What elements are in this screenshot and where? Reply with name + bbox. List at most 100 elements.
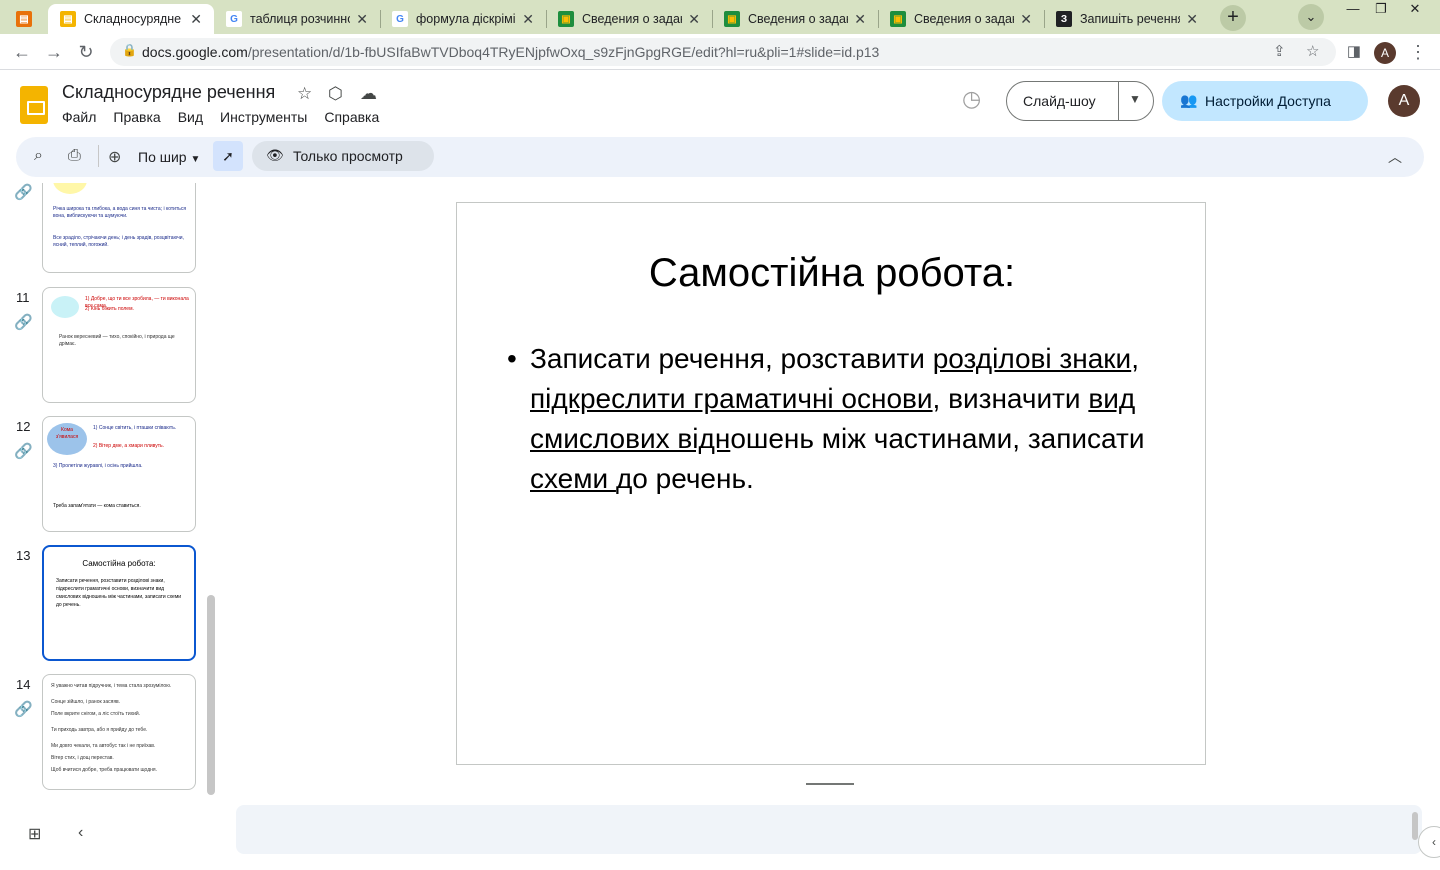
body-text-run: до речень. <box>615 463 754 494</box>
url-path: /presentation/d/1b-fbUSIfaBwTVDboq4TRyEN… <box>247 44 880 60</box>
tab-2[interactable]: Gтаблиця розчинно ✕ <box>214 4 380 34</box>
close-tab-icon[interactable]: ✕ <box>522 11 534 28</box>
notes-resize-handle[interactable] <box>806 783 854 785</box>
bookmark-star-icon[interactable]: ☆ <box>1306 42 1319 60</box>
grid-view-icon[interactable]: ⊞ <box>28 824 41 844</box>
thumb-text: Ти приходь завтра, або я прийду до тебе. <box>51 727 148 733</box>
slide-thumbnail-10[interactable]: Річка широка та глибока, а вода синя та … <box>42 183 196 273</box>
close-tab-icon[interactable]: ✕ <box>1186 11 1198 28</box>
url-domain: docs.google.com <box>142 44 248 60</box>
tab-1[interactable]: ▤ Складносурядне р ✕ <box>48 4 214 34</box>
thumb-text: 2) Кінь біжить полем. <box>85 306 134 312</box>
close-tab-icon[interactable]: ✕ <box>854 11 866 28</box>
tab-separator <box>878 10 879 28</box>
collapse-menus-icon[interactable]: ︿ <box>1388 147 1402 167</box>
underlined-text: схеми <box>530 463 616 494</box>
tab-4[interactable]: ▣ Сведения о задани ✕ <box>546 4 712 34</box>
version-history-icon[interactable]: ◷ <box>962 86 981 112</box>
slide-thumbnail-11[interactable]: 1) Добре, що ти все зробила, — ти викона… <box>42 287 196 403</box>
share-page-icon[interactable]: ⇪ <box>1273 42 1286 60</box>
speaker-notes[interactable] <box>236 805 1422 854</box>
close-tab-icon[interactable]: ✕ <box>190 11 202 28</box>
print-icon[interactable]: ⎙ <box>68 147 81 165</box>
slide-thumbnail-14[interactable]: Я уважно читав підручник, і тема стала з… <box>42 674 196 790</box>
profile-avatar[interactable]: A <box>1374 42 1396 64</box>
url-text[interactable]: docs.google.com/presentation/d/1b-fbUSIf… <box>142 44 879 60</box>
cloud-status-icon[interactable]: ☁ <box>360 84 377 104</box>
move-to-drive-icon[interactable]: ⬡ <box>328 84 343 104</box>
hide-filmstrip-icon[interactable]: ‹ <box>78 824 83 842</box>
tab-separator <box>380 10 381 28</box>
maximize-button[interactable]: ❐ <box>1364 0 1398 20</box>
link-icon: 🔗 <box>14 443 33 460</box>
slides-logo[interactable] <box>20 86 48 124</box>
arrow-left-icon: ← <box>13 42 31 62</box>
tab-3[interactable]: Gформула діскріміна ✕ <box>380 4 546 34</box>
new-tab-button[interactable]: + <box>1220 5 1246 31</box>
tab-6[interactable]: ▣ Сведения о задани ✕ <box>878 4 1044 34</box>
menu-help[interactable]: Справка <box>324 109 379 125</box>
tab-5[interactable]: ▣ Сведения о задани ✕ <box>712 4 878 34</box>
side-panel-toggle[interactable]: ‹ <box>1418 826 1440 858</box>
tab-separator <box>712 10 713 28</box>
lock-icon: 🔒 <box>122 43 137 57</box>
menu-bar: Файл Правка Вид Инструменты Справка <box>62 109 396 125</box>
zoom-select[interactable]: По шир ▼ <box>138 149 200 165</box>
slideshow-divider <box>1118 82 1119 120</box>
tab-separator <box>1044 10 1045 28</box>
tab-title: Сведения о задани <box>582 12 682 26</box>
classroom-icon: ▣ <box>558 11 574 27</box>
search-menus-icon[interactable]: ⌕ <box>34 147 43 165</box>
slide-title: Самостійна робота: <box>648 251 1016 295</box>
slideshow-button-group: Слайд-шоу ▼ <box>1006 81 1154 121</box>
slides-icon: ▤ <box>60 11 76 27</box>
tab-list-dropdown[interactable]: ⌄ <box>1298 4 1324 30</box>
omnibox[interactable]: 🔒 docs.google.com/presentation/d/1b-fbUS… <box>110 38 1336 66</box>
close-tab-icon[interactable]: ✕ <box>356 11 368 28</box>
account-avatar[interactable]: A <box>1388 85 1420 117</box>
document-title[interactable]: Складносурядне речення <box>62 82 275 103</box>
menu-edit[interactable]: Правка <box>113 109 160 125</box>
tab-search-button[interactable]: ▤ <box>4 4 44 34</box>
link-icon: 🔗 <box>14 314 33 331</box>
notes-scrollbar[interactable] <box>1412 812 1418 840</box>
forward-button[interactable]: → <box>42 41 66 65</box>
close-window-button[interactable]: ✕ <box>1398 0 1432 20</box>
menu-file[interactable]: Файл <box>62 109 96 125</box>
side-panel-icon[interactable]: ◨ <box>1342 41 1366 65</box>
slide-number: 11 <box>16 290 30 305</box>
slide-filmstrip[interactable]: 🔗 Річка широка та глибока, а вода синя т… <box>0 183 216 800</box>
tab-title: Запишіть речення <box>1080 12 1180 26</box>
link-icon: 🔗 <box>14 701 33 718</box>
back-button[interactable]: ← <box>10 41 34 65</box>
slideshow-button[interactable]: Слайд-шоу <box>1023 93 1096 109</box>
thumb-text: 3) Пролетіли журавлі, і осінь прийшла. <box>53 463 143 469</box>
thumb-text: 2) Вітер дме, а хмари пливуть. <box>93 443 164 449</box>
slide-thumbnail-12[interactable]: Кома з'явилася 1) Сонце світить, і пташк… <box>42 416 196 532</box>
tab-7[interactable]: З Запишіть речення ✕ <box>1044 4 1210 34</box>
slideshow-dropdown-icon[interactable]: ▼ <box>1129 92 1141 106</box>
share-button[interactable]: 👥 Настройки Доступа <box>1162 81 1368 121</box>
menu-view[interactable]: Вид <box>178 109 203 125</box>
star-icon[interactable]: ☆ <box>297 84 312 104</box>
eye-icon: 👁 <box>266 147 284 163</box>
reload-button[interactable]: ↻ <box>74 41 98 65</box>
view-only-button[interactable]: 👁 Только просмотр <box>252 141 434 171</box>
slide-body-text: Записати речення, розставити розділові з… <box>530 339 1167 499</box>
share-label: Настройки Доступа <box>1205 93 1331 109</box>
select-tool-button[interactable]: ➚ <box>213 141 243 171</box>
close-tab-icon[interactable]: ✕ <box>688 11 700 28</box>
bullet-icon: • <box>507 343 517 374</box>
close-tab-icon[interactable]: ✕ <box>1020 11 1032 28</box>
thumb-text: Ми довго чекали, та автобус так і не при… <box>51 743 156 749</box>
filmstrip-footer: ⊞ ‹ <box>0 800 236 870</box>
zoom-icon[interactable]: ⊕ <box>108 147 121 167</box>
menu-tools[interactable]: Инструменты <box>220 109 307 125</box>
tab-title: таблиця розчинно <box>250 12 350 26</box>
browser-menu-icon[interactable]: ⋮ <box>1406 41 1430 65</box>
thumb-text: Треба запам'ятати — кома ставиться. <box>53 503 141 509</box>
slide-thumbnail-13[interactable]: Самостійна робота: Записати речення, роз… <box>42 545 196 661</box>
filmstrip-scrollbar[interactable] <box>207 595 215 795</box>
current-slide[interactable]: Самостійна робота: • Записати речення, р… <box>456 202 1206 765</box>
caret-down-icon: ▼ <box>190 154 201 165</box>
